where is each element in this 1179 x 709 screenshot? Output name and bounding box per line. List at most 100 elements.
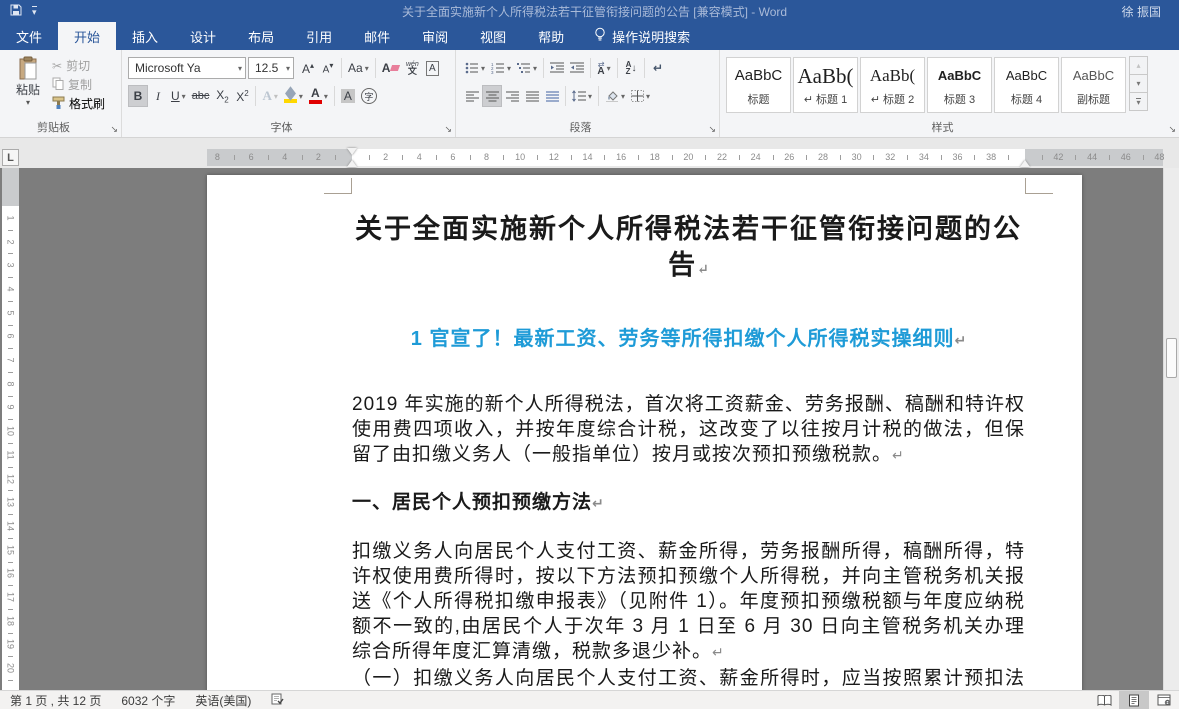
subscript-button[interactable]: X2 xyxy=(212,85,232,107)
horizontal-ruler[interactable]: 8642246810121416182022242628303234363842… xyxy=(207,149,1163,166)
tab-file[interactable]: 文件 xyxy=(0,22,58,50)
align-left-button[interactable] xyxy=(462,85,482,107)
ruler-number: 38 xyxy=(986,152,996,162)
grow-font-button[interactable]: A▴ xyxy=(298,57,318,79)
font-dialog-launcher-icon[interactable]: ↘ xyxy=(444,124,452,135)
sort-button[interactable]: AZ ↓ xyxy=(621,57,641,79)
align-right-button[interactable] xyxy=(502,85,522,107)
language-indicator[interactable]: 英语(美国) xyxy=(185,692,261,709)
italic-button[interactable]: I xyxy=(148,85,168,107)
account-user-name[interactable]: 徐 振国 xyxy=(1039,3,1179,20)
bullets-button[interactable]: ▾ xyxy=(462,57,488,79)
tab-references[interactable]: 引用 xyxy=(290,22,348,50)
v-ruler-number: 5 xyxy=(6,304,16,321)
doc-title[interactable]: 关于全面实施新个人所得税法若干征管衔接问题的公告↵ xyxy=(352,211,1025,289)
styles-dialog-launcher-icon[interactable]: ↘ xyxy=(1168,124,1176,135)
group-styles: AaBbC标题AaBb(↵ 标题 1AaBb(↵ 标题 2AaBbC标题 3Aa… xyxy=(720,50,1179,137)
font-size-combo[interactable]: 12.5 ▾ xyxy=(248,57,294,79)
enclose-characters-button[interactable]: 字 xyxy=(358,85,380,107)
increase-indent-button[interactable] xyxy=(567,57,587,79)
justify-button[interactable] xyxy=(522,85,542,107)
v-ruler-tick xyxy=(8,656,13,657)
show-hide-marks-button[interactable]: ↵ xyxy=(648,57,668,79)
ruler-tick xyxy=(1075,155,1076,160)
format-painter-button[interactable]: 格式刷 xyxy=(52,94,105,113)
strikethrough-button[interactable]: abc xyxy=(189,85,213,107)
tab-help[interactable]: 帮助 xyxy=(522,22,580,50)
para-method[interactable]: 扣缴义务人向居民个人支付工资、薪金所得，劳务报酬所得，稿酬所得，特许权使用费所得… xyxy=(352,539,1025,666)
tab-home[interactable]: 开始 xyxy=(58,22,116,50)
customize-quick-access-icon[interactable]: ▾ xyxy=(32,6,37,16)
page-content[interactable]: 关于全面实施新个人所得税法若干征管衔接问题的公告↵ 1 官宣了！最新工资、劳务等所… xyxy=(352,211,1025,690)
right-indent-marker[interactable] xyxy=(1020,160,1030,167)
bullets-icon xyxy=(465,62,479,74)
gallery-scroll-up-icon[interactable]: ▴ xyxy=(1129,56,1148,75)
tab-insert[interactable]: 插入 xyxy=(116,22,174,50)
line-spacing-button[interactable]: ▾ xyxy=(569,85,595,107)
word-count[interactable]: 6032 个字 xyxy=(111,692,185,709)
underline-button[interactable]: U▾ xyxy=(168,85,189,107)
save-icon[interactable] xyxy=(10,4,22,19)
vertical-ruler[interactable]: 1234567891011121314151617181920 xyxy=(2,168,19,690)
tab-mailings[interactable]: 邮件 xyxy=(348,22,406,50)
doc-subtitle[interactable]: 1 官宣了！最新工资、劳务等所得扣缴个人所得税实操细则↵ xyxy=(352,326,1025,353)
cut-button[interactable]: ✂ 剪切 xyxy=(52,56,105,75)
tab-stop-selector[interactable]: L xyxy=(2,149,19,166)
tell-me-search[interactable]: 操作说明搜索 xyxy=(580,22,704,50)
vertical-scrollbar[interactable] xyxy=(1163,168,1179,690)
web-layout-button[interactable] xyxy=(1149,691,1179,709)
style-card-title[interactable]: AaBbC标题 xyxy=(726,57,791,113)
style-card-heading1[interactable]: AaBb(↵ 标题 1 xyxy=(793,57,858,113)
tab-design[interactable]: 设计 xyxy=(174,22,232,50)
tab-view[interactable]: 视图 xyxy=(464,22,522,50)
style-card-heading4[interactable]: AaBbC标题 4 xyxy=(994,57,1059,113)
shrink-font-button[interactable]: A▾ xyxy=(318,57,338,79)
proofing-status-icon[interactable] xyxy=(261,693,294,708)
asian-layout-button[interactable]: ⇄ A ▾ xyxy=(594,57,614,79)
multilevel-list-button[interactable]: ▾ xyxy=(514,57,540,79)
ruler-tick xyxy=(638,155,639,160)
borders-button[interactable]: ▾ xyxy=(628,85,653,107)
ruler-tick xyxy=(705,155,706,160)
para-item1[interactable]: （一）扣缴义务人向居民个人支付工资、薪金所得时，应当按照累计预扣法计算预扣税款，… xyxy=(352,666,1025,690)
v-ruler-number: 13 xyxy=(6,494,16,511)
heading-1[interactable]: 一、居民个人预扣预缴方法↵ xyxy=(352,490,1025,516)
paste-button[interactable]: 粘贴 ▾ xyxy=(6,56,50,119)
style-card-heading3[interactable]: AaBbC标题 3 xyxy=(927,57,992,113)
ruler-number: 4 xyxy=(417,152,422,162)
paragraph-dialog-launcher-icon[interactable]: ↘ xyxy=(708,124,716,135)
clipboard-dialog-launcher-icon[interactable]: ↘ xyxy=(110,124,118,135)
print-layout-button[interactable] xyxy=(1119,691,1149,709)
tab-layout[interactable]: 布局 xyxy=(232,22,290,50)
distribute-button[interactable] xyxy=(542,85,562,107)
ruler-tick xyxy=(335,155,336,160)
hanging-indent-marker[interactable] xyxy=(347,160,357,167)
first-line-indent-marker[interactable] xyxy=(347,148,357,155)
change-case-button[interactable]: Aa▾ xyxy=(345,57,372,79)
phonetic-guide-button[interactable]: wén文 xyxy=(402,57,422,79)
numbering-button[interactable]: 123 ▾ xyxy=(488,57,514,79)
highlight-color-button[interactable]: ▾ xyxy=(281,85,306,107)
superscript-button[interactable]: X2 xyxy=(232,85,252,107)
font-color-button[interactable]: A ▾ xyxy=(306,85,331,107)
style-card-subtitle[interactable]: AaBbC副标题 xyxy=(1061,57,1126,113)
decrease-indent-button[interactable] xyxy=(547,57,567,79)
page-indicator[interactable]: 第 1 页 , 共 12 页 xyxy=(0,692,111,709)
read-mode-button[interactable] xyxy=(1089,691,1119,709)
gallery-scroll-down-icon[interactable]: ▾ xyxy=(1129,74,1148,93)
align-center-button[interactable] xyxy=(482,85,502,107)
document-page[interactable]: 关于全面实施新个人所得税法若干征管衔接问题的公告↵ 1 官宣了！最新工资、劳务等所… xyxy=(207,175,1082,690)
character-shading-button[interactable]: A xyxy=(338,85,358,107)
character-border-button[interactable]: A xyxy=(422,57,442,79)
clear-formatting-button[interactable]: A xyxy=(379,57,403,79)
style-card-heading2[interactable]: AaBb(↵ 标题 2 xyxy=(860,57,925,113)
bold-button[interactable]: B xyxy=(128,85,148,107)
copy-button[interactable]: 复制 xyxy=(52,75,105,94)
shading-button[interactable]: ▾ xyxy=(602,85,628,107)
gallery-more-icon[interactable]: ▾ xyxy=(1129,92,1148,111)
para-intro[interactable]: 2019 年实施的新个人所得税法，首次将工资薪金、劳务报酬、稿酬和特许权使用费四… xyxy=(352,392,1025,469)
font-name-combo[interactable]: Microsoft Ya ▾ xyxy=(128,57,246,79)
text-effects-button[interactable]: A▾ xyxy=(259,85,280,107)
scrollbar-thumb[interactable] xyxy=(1166,338,1177,378)
tab-review[interactable]: 审阅 xyxy=(406,22,464,50)
